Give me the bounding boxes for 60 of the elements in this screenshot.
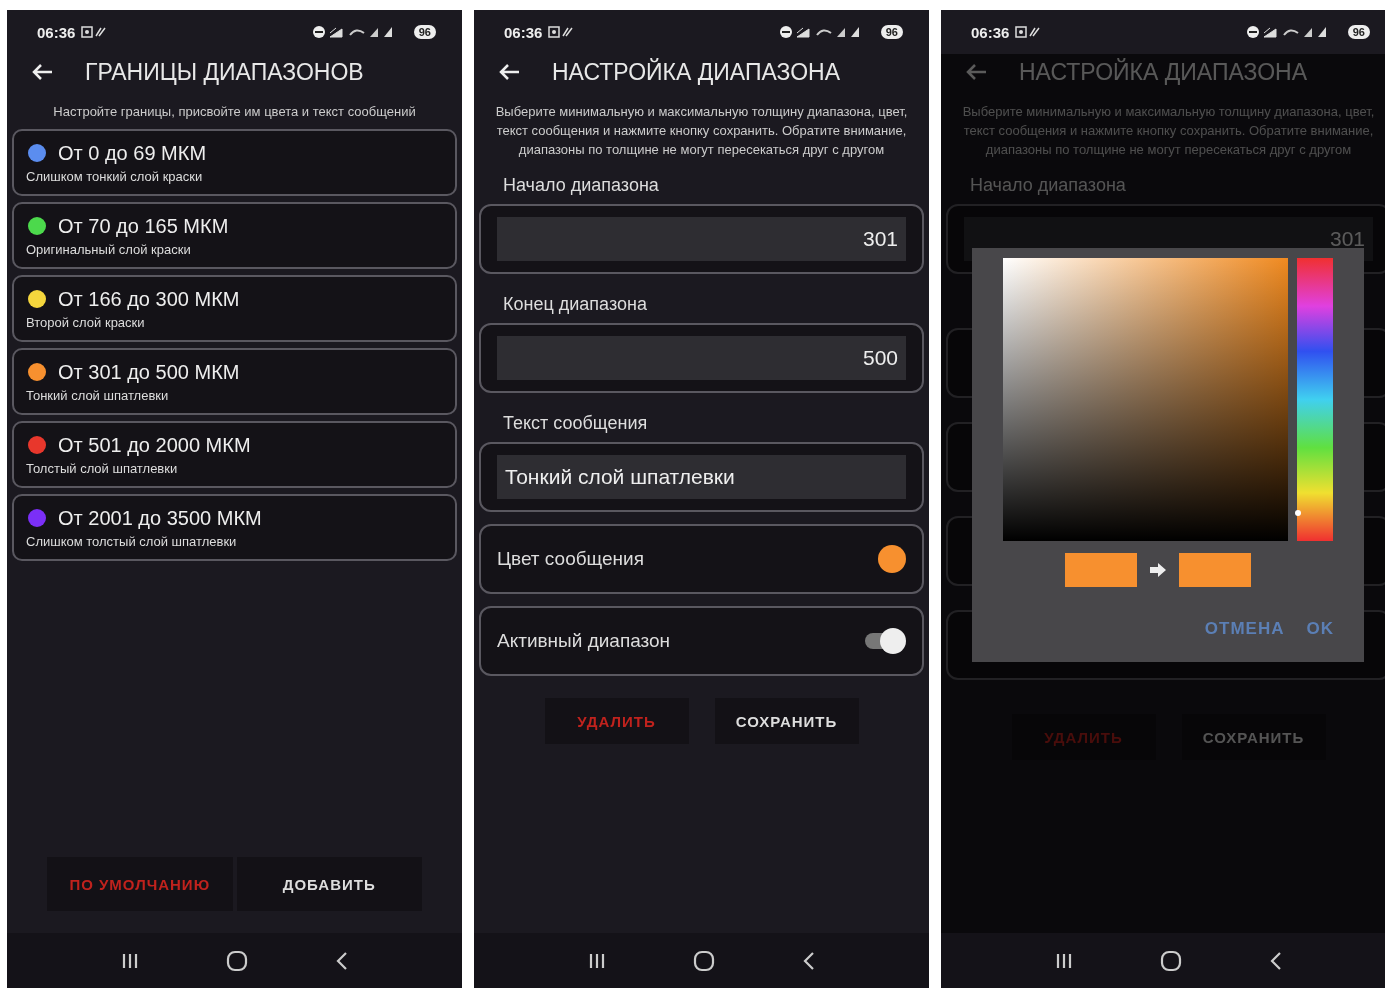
status-icons-drawing: [548, 26, 575, 38]
range-card[interactable]: От 0 до 69 МКМ Слишком тонкий слой краски: [12, 129, 457, 196]
screen-description: Выберите минимальную и максимальную толщину диапазона, цвет, текст сообщения и нажмите кнопку сохранить. Обратите внимание, диапазоны по толщине не могут пересекаться друг с другом: [494, 103, 909, 159]
range-card[interactable]: От 301 до 500 МКМ Тонкий слой шпатлевки: [12, 348, 457, 415]
back-icon[interactable]: [1268, 950, 1283, 971]
field-label: Начало диапазона: [970, 175, 1127, 196]
recent-apps-icon[interactable]: [587, 951, 606, 970]
field-label: Конец диапазона: [503, 294, 648, 315]
status-icons-drawing: [1015, 26, 1042, 38]
hue-slider[interactable]: [1297, 258, 1333, 541]
recent-apps-icon[interactable]: [120, 951, 139, 970]
range-card[interactable]: От 501 до 2000 МКМ Толстый слой шпатлевки: [12, 421, 457, 488]
saturation-value-square[interactable]: [1003, 258, 1288, 541]
battery-badge: 96: [880, 25, 903, 39]
status-icons-drawing: [81, 26, 108, 38]
range-card[interactable]: От 2001 до 3500 МКМ Слишком толстый слой шпатлевки: [12, 494, 457, 561]
range-title: От 2001 до 3500 МКМ: [58, 506, 262, 530]
battery-badge: 96: [1347, 25, 1370, 39]
screen-title: НАСТРОЙКА ДИАПАЗОНА: [552, 58, 840, 86]
range-message: Оригинальный слой краски: [26, 241, 192, 257]
add-button[interactable]: ДОБАВИТЬ: [236, 857, 422, 911]
home-icon[interactable]: [1159, 949, 1182, 972]
field-label: Начало диапазона: [503, 175, 660, 196]
range-message: Слишком толстый слой шпатлевки: [26, 533, 238, 549]
range-title: От 0 до 69 МКМ: [58, 141, 207, 165]
range-title: От 501 до 2000 МКМ: [58, 433, 251, 457]
range-message: Толстый слой шпатлевки: [26, 460, 179, 476]
range-message: Слишком тонкий слой краски: [26, 168, 204, 184]
home-icon[interactable]: [225, 949, 248, 972]
range-message: Тонкий слой шпатлевки: [26, 387, 170, 403]
range-card[interactable]: От 70 до 165 МКМ Оригинальный слой краски: [12, 202, 457, 269]
back-arrow-icon[interactable]: [31, 63, 53, 81]
status-time: 06:36: [37, 23, 76, 41]
color-dot[interactable]: [878, 545, 906, 573]
row-label: Цвет сообщения: [497, 548, 644, 570]
input-field[interactable]: 500: [497, 336, 906, 380]
range-title: От 70 до 165 МКМ: [58, 214, 229, 238]
input-field[interactable]: 301: [497, 217, 906, 261]
range-title: От 166 до 300 МКМ: [58, 287, 240, 311]
back-icon[interactable]: [334, 950, 349, 971]
status-time: 06:36: [971, 23, 1010, 41]
back-arrow-icon[interactable]: [498, 63, 520, 81]
screen-description: Настройте границы, присвойте им цвета и текст сообщений: [52, 103, 417, 121]
range-message: Второй слой краски: [26, 314, 146, 330]
range-card[interactable]: От 166 до 300 МКМ Второй слой краски: [12, 275, 457, 342]
arrow-icon: [1149, 563, 1167, 577]
color-row[interactable]: Цвет сообщения: [479, 524, 924, 594]
recent-apps-icon[interactable]: [1054, 951, 1073, 970]
screen-title: НАСТРОЙКА ДИАПАЗОНА: [1019, 58, 1307, 86]
status-time: 06:36: [504, 23, 543, 41]
row-label: Активный диапазон: [497, 630, 671, 652]
field-label: Текст сообщения: [503, 413, 649, 434]
back-icon[interactable]: [801, 950, 816, 971]
screen-title: ГРАНИЦЫ ДИАПАЗОНОВ: [85, 58, 364, 86]
hue-thumb[interactable]: [1295, 510, 1301, 517]
home-icon[interactable]: [692, 949, 715, 972]
range-title: От 301 до 500 МКМ: [58, 360, 240, 384]
save-button[interactable]: СОХРАНИТЬ: [714, 698, 859, 744]
battery-badge: 96: [413, 25, 436, 39]
input-field[interactable]: Тонкий слой шпатлевки: [497, 455, 906, 499]
